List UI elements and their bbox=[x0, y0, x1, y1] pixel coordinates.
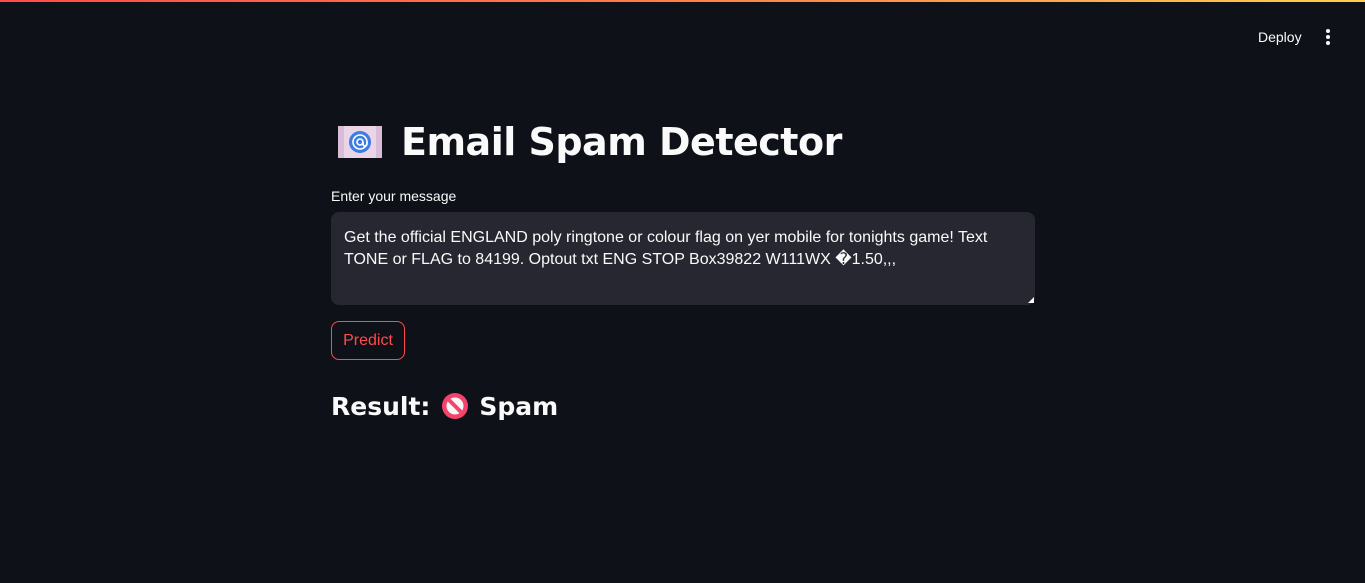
app-header: Deploy bbox=[0, 2, 1365, 60]
message-input-label: Enter your message bbox=[331, 188, 457, 204]
no-entry-icon bbox=[442, 393, 469, 419]
kebab-menu-icon[interactable] bbox=[1318, 26, 1338, 48]
message-input[interactable]: Get the official ENGLAND poly ringtone o… bbox=[331, 212, 1035, 305]
predict-button[interactable]: Predict bbox=[331, 321, 405, 360]
title-row: Email Spam Detector bbox=[337, 112, 842, 172]
page-title: Email Spam Detector bbox=[401, 120, 842, 164]
deploy-button[interactable]: Deploy bbox=[1252, 27, 1308, 47]
result-prefix: Result: bbox=[331, 391, 431, 421]
envelope-icon bbox=[338, 126, 382, 158]
result-heading: Result: Spam bbox=[331, 388, 558, 424]
resize-handle-icon[interactable] bbox=[1028, 297, 1034, 303]
result-value: Spam bbox=[479, 391, 559, 421]
